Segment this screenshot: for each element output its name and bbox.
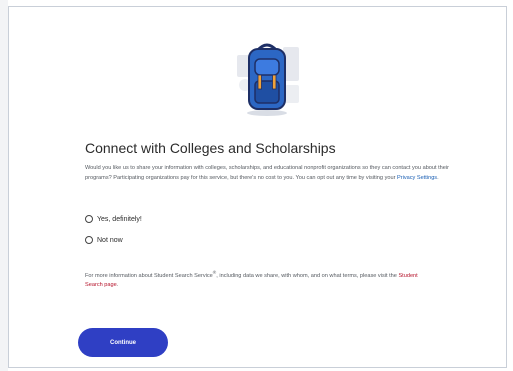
- more-info-prefix: For more information about Student Searc…: [85, 272, 213, 279]
- option-yes-label: Yes, definitely!: [97, 215, 142, 223]
- option-not-now-label: Not now: [97, 236, 123, 244]
- more-info-text: For more information about Student Searc…: [85, 268, 425, 291]
- more-info-middle: , including data we share, with whom, an…: [216, 272, 399, 279]
- continue-button[interactable]: Continue: [78, 328, 168, 357]
- more-info-end: .: [116, 282, 119, 289]
- privacy-settings-link[interactable]: Privacy Settings: [397, 175, 437, 181]
- left-background-strip: [0, 0, 8, 371]
- description-body: Would you like us to share your informat…: [85, 165, 450, 181]
- option-yes[interactable]: Yes, definitely!: [85, 215, 142, 223]
- backpack-icon: [237, 43, 299, 116]
- radio-not-now[interactable]: [85, 236, 93, 244]
- page-title: Connect with Colleges and Scholarships: [85, 140, 336, 156]
- radio-yes[interactable]: [85, 215, 93, 223]
- option-not-now[interactable]: Not now: [85, 236, 123, 244]
- description-end: .: [437, 174, 439, 181]
- description-text: Would you like us to share your informat…: [85, 164, 465, 183]
- consent-panel: Connect with Colleges and Scholarships W…: [8, 6, 507, 368]
